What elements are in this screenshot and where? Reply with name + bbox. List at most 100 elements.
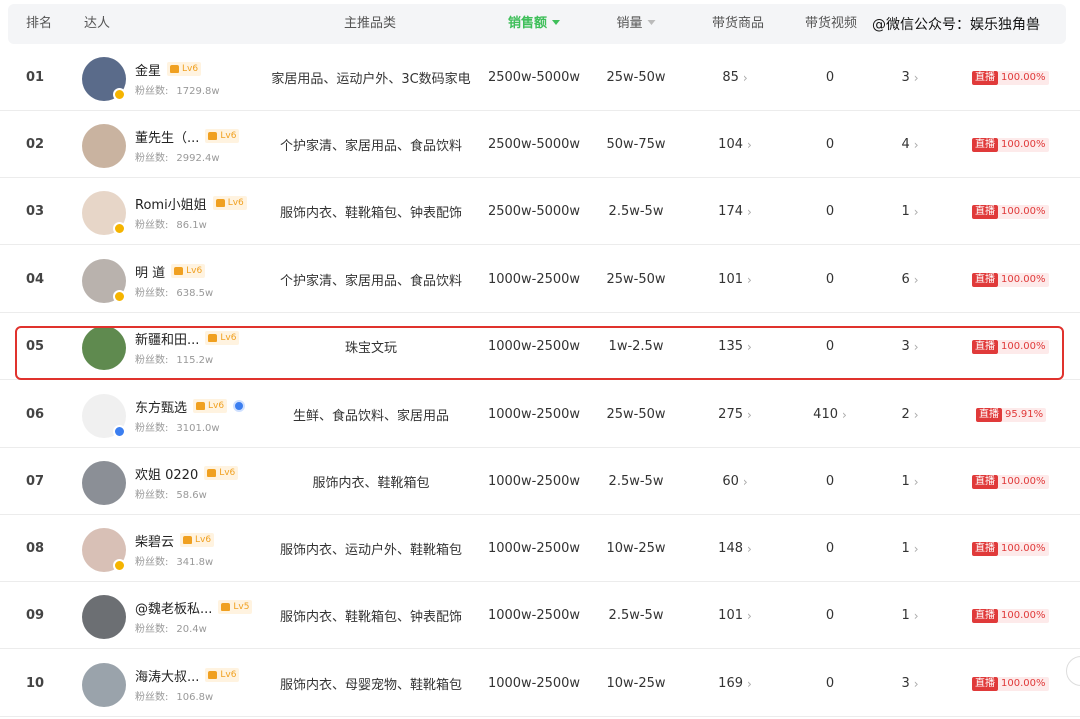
videos-count-link[interactable]: 0 [795, 44, 865, 111]
level-text: Lv5 [233, 602, 250, 612]
lives-count-link[interactable]: 3 › [880, 44, 940, 111]
products-count-link[interactable]: 174 › [700, 178, 770, 245]
creator-info: 新疆和田... Lv6 粉丝数: 115.2w [135, 328, 240, 366]
chevron-right-icon: › [742, 70, 748, 85]
level-icon [208, 132, 218, 140]
avatar[interactable] [82, 461, 126, 505]
creator-name[interactable]: @魏老板私... [135, 598, 212, 617]
sales-amount: 2500w-5000w [487, 70, 581, 85]
creator-name[interactable]: 董先生（... [135, 127, 199, 146]
chevron-right-icon: › [913, 676, 919, 691]
creator-info: 董先生（... Lv6 粉丝数: 2992.4w [135, 126, 240, 164]
videos-count-link[interactable]: 0 [795, 582, 865, 649]
table-row[interactable]: 02 董先生（... Lv6 粉丝数: 2992.4w 个护家清、家居用品、食品饮… [0, 111, 1080, 178]
creator-name[interactable]: Romi小姐姐 [135, 194, 207, 213]
lives-count-link[interactable]: 4 › [880, 111, 940, 178]
table-row[interactable]: 05 新疆和田... Lv6 粉丝数: 115.2w 珠宝文玩 1000w-250… [0, 313, 1080, 380]
watermark-text: @微信公众号：娱乐独角兽 [872, 17, 1040, 33]
creator-name[interactable]: 柴碧云 [135, 531, 174, 550]
sort-desc-icon[interactable] [552, 20, 561, 25]
lives-count-link[interactable]: 2 › [880, 381, 940, 448]
main-category: 服饰内衣、母婴宠物、鞋靴箱包 [279, 678, 462, 693]
sales-volume: 25w-50w [606, 70, 666, 85]
lives-count-link[interactable]: 1 › [880, 178, 940, 245]
lives-count-link[interactable]: 3 › [880, 313, 940, 380]
header-sales-volume[interactable]: 销量 [616, 4, 656, 44]
creator-name[interactable]: 金星 [135, 60, 161, 79]
products-count-link[interactable]: 104 › [700, 111, 770, 178]
videos-count-link[interactable]: 0 [795, 246, 865, 313]
sales-volume: 25w-50w [606, 407, 666, 422]
avatar[interactable] [82, 595, 126, 639]
products-count-link[interactable]: 101 › [700, 246, 770, 313]
products-count-link[interactable]: 101 › [700, 582, 770, 649]
videos-count-link[interactable]: 0 [795, 111, 865, 178]
table-row[interactable]: 06 东方甄选 Lv6 粉丝数: 3101.0w 生鲜、食品饮料、家居用品 100… [0, 381, 1080, 448]
creator-name[interactable]: 明 道 [135, 262, 165, 281]
rank-number: 10 [26, 676, 45, 691]
creator-name[interactable]: 东方甄选 [135, 397, 187, 416]
chevron-right-icon: › [913, 204, 919, 219]
creator-name[interactable]: 新疆和田... [135, 329, 199, 348]
lives-count-link[interactable]: 6 › [880, 246, 940, 313]
avatar[interactable] [82, 326, 126, 370]
level-text: Lv6 [186, 266, 203, 276]
chevron-right-icon: › [913, 474, 919, 489]
level-icon [208, 334, 218, 342]
videos-count-link[interactable]: 410 › [795, 381, 865, 448]
videos-count-link[interactable]: 0 [795, 448, 865, 515]
products-count-link[interactable]: 60 › [700, 448, 770, 515]
creator-info: 明 道 Lv6 粉丝数: 638.5w [135, 261, 221, 299]
lives-count-link[interactable]: 3 › [880, 650, 940, 717]
live-ratio: 直播 100.00% [972, 111, 1049, 178]
table-row[interactable]: 10 海涛大叔... Lv6 粉丝数: 106.8w 服饰内衣、母婴宠物、鞋靴箱包… [0, 650, 1080, 717]
fans-label: 粉丝数: [135, 86, 169, 97]
level-badge: Lv6 [205, 331, 240, 345]
creator-info: 柴碧云 Lv6 粉丝数: 341.8w [135, 530, 221, 568]
table-row[interactable]: 01 金星 Lv6 粉丝数: 1729.8w 家居用品、运动户外、3C数码家电 2… [0, 44, 1080, 111]
table-row[interactable]: 08 柴碧云 Lv6 粉丝数: 341.8w 服饰内衣、运动户外、鞋靴箱包 100… [0, 515, 1080, 582]
chevron-right-icon: › [747, 339, 752, 354]
videos-count-link[interactable]: 0 [795, 650, 865, 717]
videos-count-link[interactable]: 0 [795, 313, 865, 380]
fans-count: 2992.4w [176, 153, 220, 164]
videos-count: 0 [825, 676, 835, 691]
live-percentage: 100.00% [998, 70, 1049, 85]
products-count: 174 [718, 204, 743, 219]
products-count-link[interactable]: 275 › [700, 381, 770, 448]
products-count-link[interactable]: 169 › [700, 650, 770, 717]
header-sales-amount[interactable]: 销售额 [508, 4, 561, 44]
table-row[interactable]: 07 欢姐 0220 Lv6 粉丝数: 58.6w 服饰内衣、鞋靴箱包 1000w… [0, 448, 1080, 515]
table-row[interactable]: 09 @魏老板私... Lv5 粉丝数: 20.4w 服饰内衣、鞋靴箱包、钟表配饰… [0, 582, 1080, 649]
level-text: Lv6 [227, 198, 244, 208]
table-row[interactable]: 03 Romi小姐姐 Lv6 粉丝数: 86.1w 服饰内衣、鞋靴箱包、钟表配饰 … [0, 178, 1080, 245]
videos-count-link[interactable]: 0 [795, 515, 865, 582]
avatar[interactable] [82, 663, 126, 707]
chevron-right-icon: › [913, 272, 919, 287]
table-row[interactable]: 04 明 道 Lv6 粉丝数: 638.5w 个护家清、家居用品、食品饮料 100… [0, 246, 1080, 313]
products-count-link[interactable]: 148 › [700, 515, 770, 582]
level-icon [221, 603, 231, 611]
avatar[interactable] [82, 124, 126, 168]
videos-count: 0 [825, 204, 835, 219]
fans-label: 粉丝数: [135, 624, 169, 635]
live-tag: 直播 [972, 474, 998, 489]
creator-info: Romi小姐姐 Lv6 粉丝数: 86.1w [135, 193, 247, 231]
lives-count-link[interactable]: 1 › [880, 515, 940, 582]
creator-name[interactable]: 海涛大叔... [135, 666, 199, 685]
lives-count-link[interactable]: 1 › [880, 582, 940, 649]
sort-desc-icon[interactable] [647, 20, 656, 25]
verified-badge-icon [113, 425, 126, 438]
videos-count-link[interactable]: 0 [795, 178, 865, 245]
creator-info: @魏老板私... Lv5 粉丝数: 20.4w [135, 597, 253, 635]
creator-name[interactable]: 欢姐 0220 [135, 464, 198, 483]
main-category: 个护家清、家居用品、食品饮料 [279, 139, 462, 154]
lives-count-link[interactable]: 1 › [880, 448, 940, 515]
live-tag: 直播 [972, 272, 998, 287]
products-count-link[interactable]: 85 › [700, 44, 770, 111]
live-ratio: 直播 100.00% [972, 582, 1049, 649]
products-count-link[interactable]: 135 › [700, 313, 770, 380]
live-percentage: 100.00% [998, 608, 1049, 623]
chevron-right-icon: › [913, 541, 919, 556]
live-percentage: 100.00% [998, 137, 1049, 152]
